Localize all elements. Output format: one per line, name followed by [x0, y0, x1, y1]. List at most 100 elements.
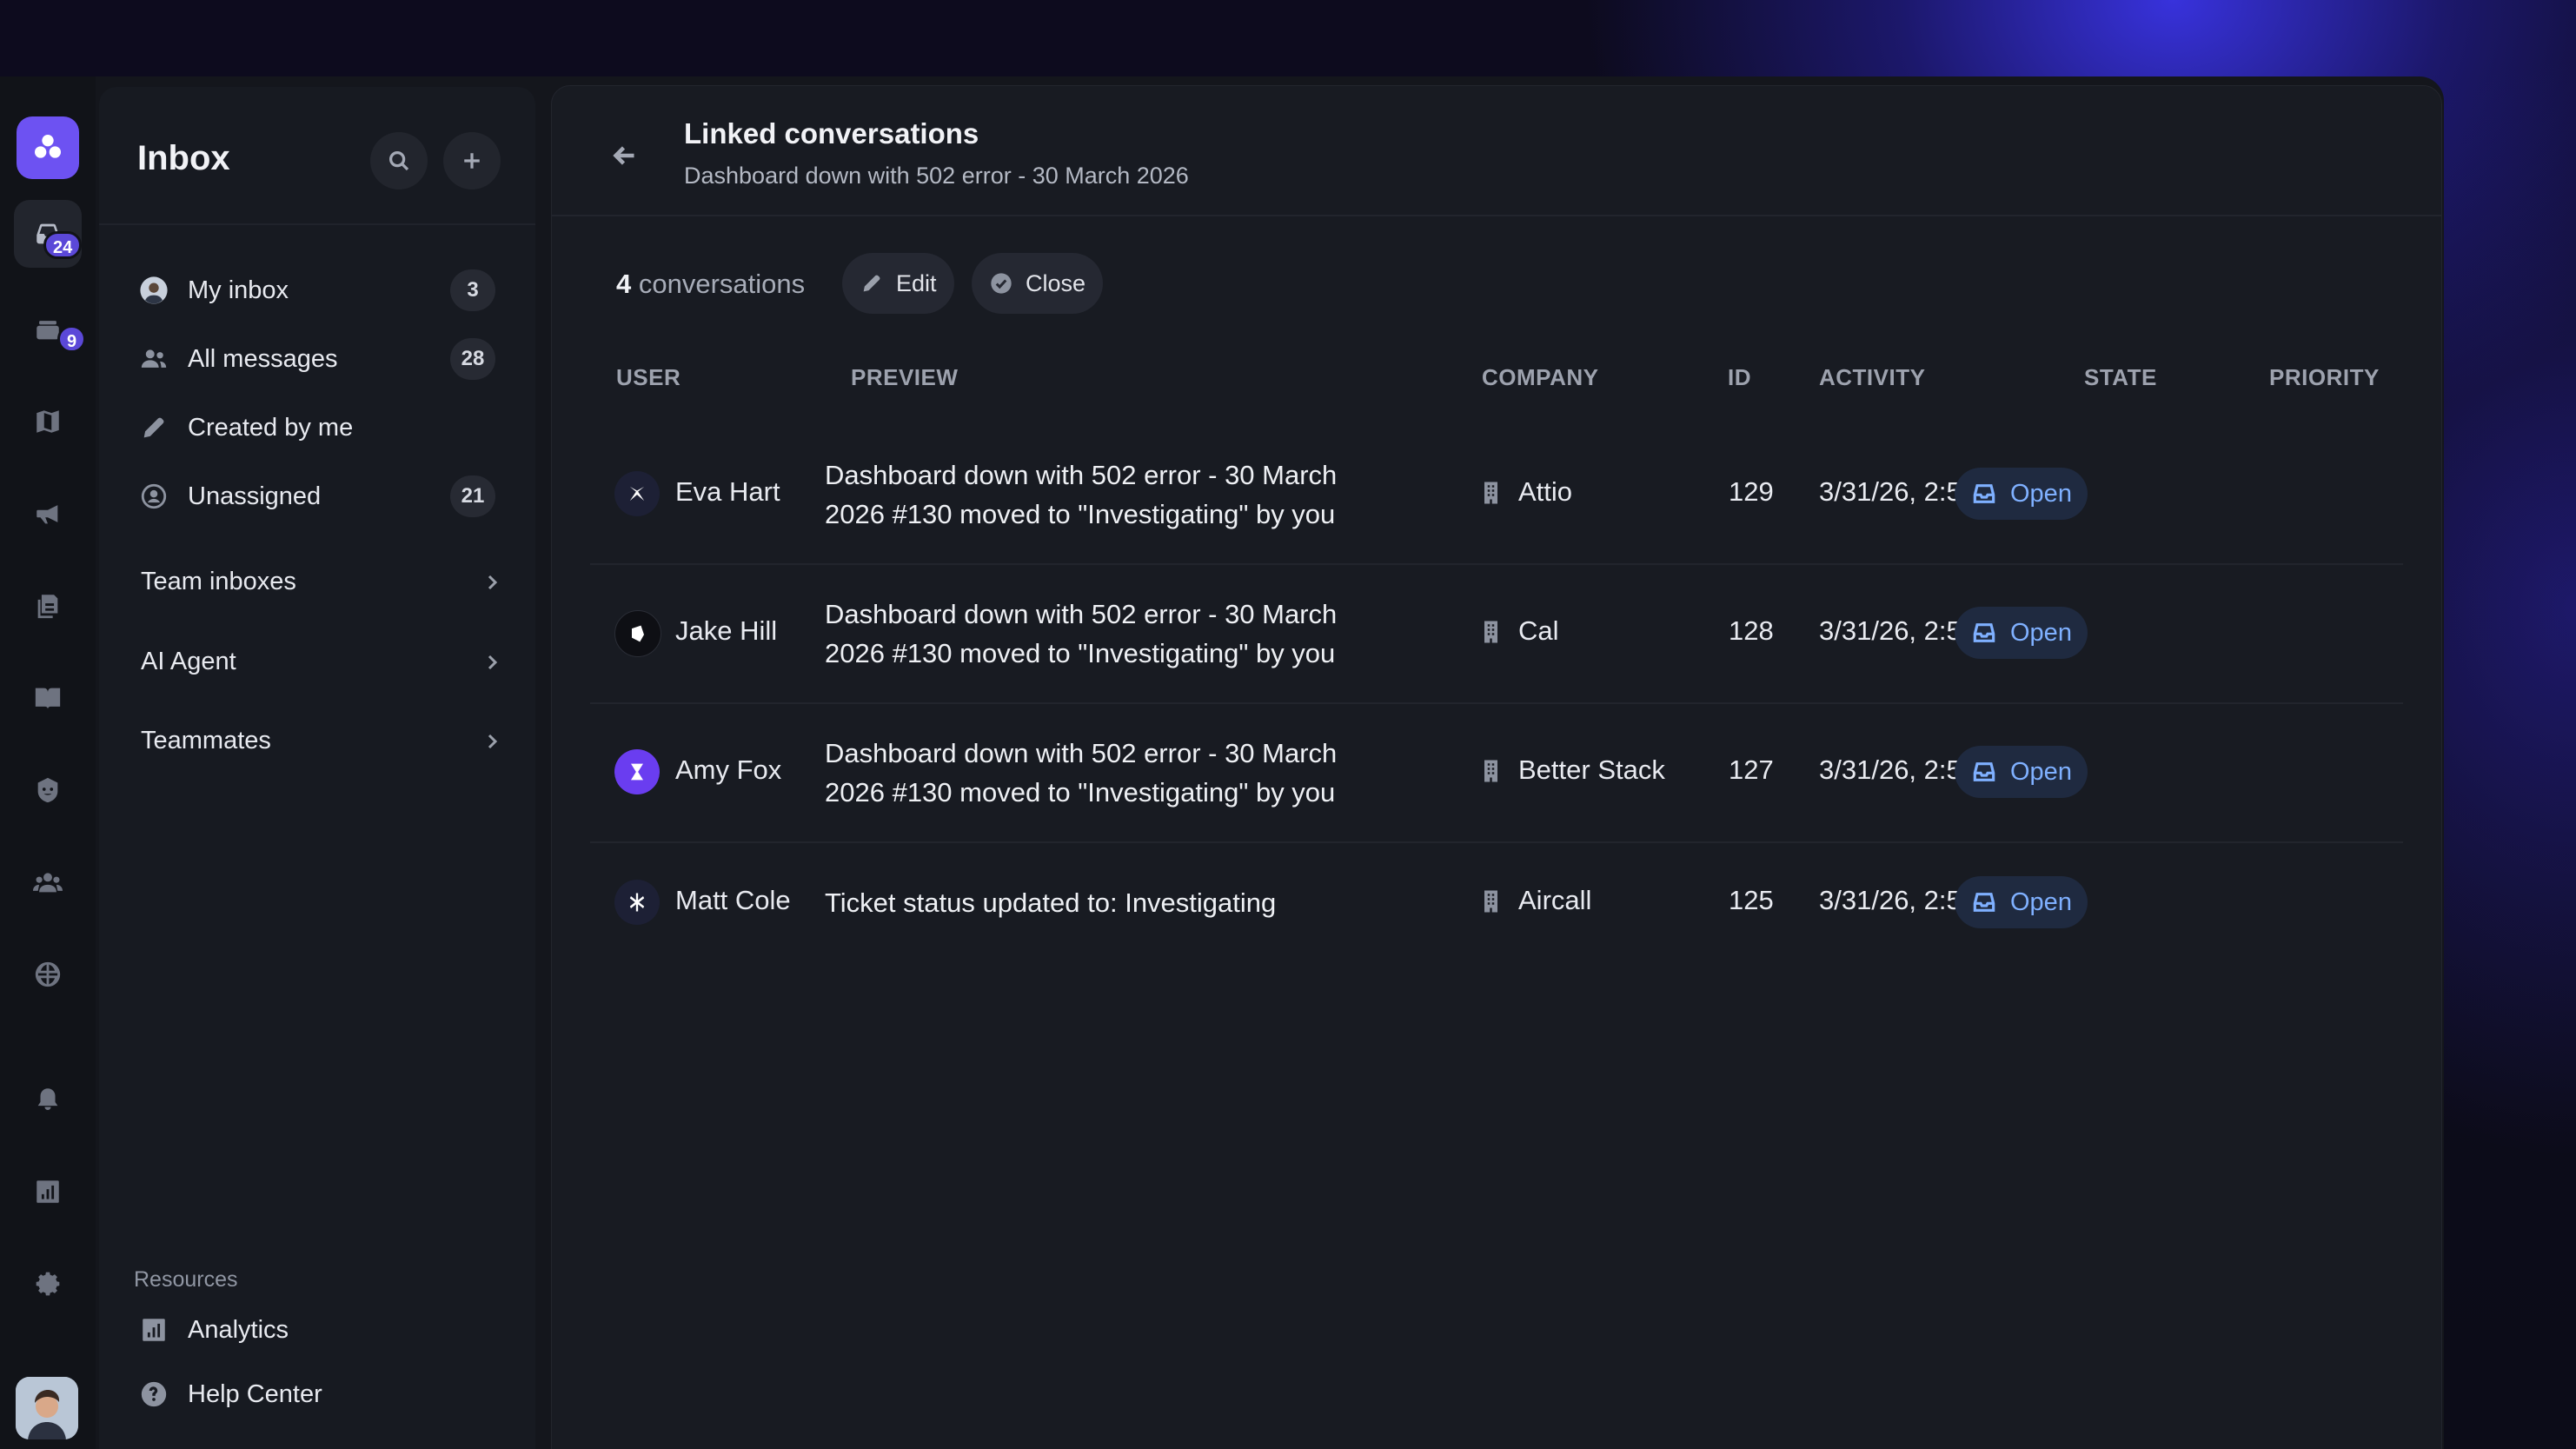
icon-rail: 24 9 [0, 76, 96, 1449]
conversation-id: 127 [1729, 754, 1774, 785]
back-button[interactable] [609, 140, 644, 175]
conversation-id: 129 [1729, 476, 1774, 507]
count-badge: 28 [450, 338, 495, 380]
tickets-count-badge: 9 [57, 325, 87, 353]
sidebar-group-team-inboxes[interactable]: Team inboxes [141, 555, 506, 608]
column-header-state[interactable]: STATE [2084, 364, 2157, 391]
articles-icon[interactable] [14, 572, 82, 640]
column-header-user[interactable]: USER [616, 364, 681, 391]
sidebar-item-analytics[interactable]: Analytics [137, 1304, 502, 1356]
conversation-id: 125 [1729, 885, 1774, 915]
sidebar-item-label: Help Center [188, 1379, 322, 1408]
table-row[interactable]: Amy Fox Dashboard down with 502 error - … [590, 702, 2403, 843]
building-icon [1482, 888, 1504, 914]
pencil-icon [137, 411, 170, 444]
conversation-count: 4 conversations [616, 269, 805, 300]
company-logo-icon [614, 610, 661, 657]
sidebar-group-ai-agent[interactable]: AI Agent [141, 635, 506, 688]
sidebar-divider [99, 223, 535, 225]
state-label: Open [2010, 479, 2072, 508]
bell-icon[interactable] [14, 1066, 82, 1133]
sidebar-item-help-center[interactable]: Help Center [137, 1368, 502, 1420]
megaphone-icon[interactable] [14, 480, 82, 548]
sidebar-item-created-by-me[interactable]: Created by me [137, 402, 502, 454]
building-icon [1482, 619, 1504, 645]
preview-line: Dashboard down with 502 error - 30 March [825, 738, 1338, 768]
preview-line: Dashboard down with 502 error - 30 March [825, 460, 1338, 490]
message-preview: Dashboard down with 502 error - 30 March… [825, 455, 1433, 534]
search-button[interactable] [370, 132, 428, 189]
count-label: conversations [631, 269, 806, 299]
edit-button[interactable]: Edit [842, 253, 954, 314]
company-logo-icon [614, 471, 660, 516]
preview-line: Ticket status updated to: Investigating [825, 887, 1277, 918]
column-header-activity[interactable]: ACTIVITY [1819, 364, 1925, 391]
message-preview: Dashboard down with 502 error - 30 March… [825, 595, 1433, 673]
reports-icon[interactable] [14, 1158, 82, 1226]
inbox-tray-icon [1973, 623, 1995, 642]
check-circle-icon [991, 273, 1012, 294]
globe-icon[interactable] [14, 941, 82, 1008]
count-number: 4 [616, 269, 632, 299]
sidebar-item-all-messages[interactable]: All messages 28 [137, 333, 502, 385]
sidebar-item-label: My inbox [188, 276, 289, 304]
column-header-preview[interactable]: PREVIEW [851, 364, 958, 391]
column-header-priority[interactable]: PRIORITY [2269, 364, 2380, 391]
sidebar-group-teammates[interactable]: Teammates [141, 715, 506, 767]
page-title: Linked conversations [684, 117, 979, 150]
building-icon [1482, 480, 1504, 506]
state-badge[interactable]: Open [1955, 876, 2088, 928]
group-label: Team inboxes [141, 567, 296, 595]
chevron-right-icon [481, 651, 502, 672]
user-avatar[interactable] [16, 1377, 78, 1439]
unassigned-icon [137, 480, 170, 513]
map-icon[interactable] [14, 388, 82, 455]
user-name: Matt Cole [675, 885, 791, 915]
user-name: Jake Hill [675, 615, 778, 646]
new-conversation-button[interactable] [443, 132, 501, 189]
edit-label: Edit [896, 269, 937, 296]
column-header-id[interactable]: ID [1728, 364, 1751, 391]
company-logo-icon [614, 880, 660, 925]
book-icon[interactable] [14, 664, 82, 732]
settings-icon[interactable] [14, 1250, 82, 1318]
logo-icon[interactable] [17, 116, 79, 179]
state-badge[interactable]: Open [1955, 746, 2088, 798]
company-name: Aircall [1518, 885, 1592, 915]
building-icon [1482, 758, 1504, 784]
table-row[interactable]: Matt Cole Ticket status updated to: Inve… [590, 841, 2403, 963]
sidebar-item-unassigned[interactable]: Unassigned 21 [137, 470, 502, 522]
state-label: Open [2010, 618, 2072, 647]
inbox-tray-icon [1973, 762, 1995, 781]
search-icon [389, 151, 409, 171]
column-header-company[interactable]: COMPANY [1482, 364, 1598, 391]
sidebar-item-label: Analytics [188, 1315, 289, 1344]
sidebar-item-my-inbox[interactable]: My inbox 3 [137, 264, 502, 316]
user-name: Amy Fox [675, 754, 782, 785]
message-preview: Dashboard down with 502 error - 30 March… [825, 734, 1433, 812]
contacts-icon[interactable] [14, 848, 82, 916]
table-row[interactable]: Eva Hart Dashboard down with 502 error -… [590, 424, 2403, 565]
company-name: Cal [1518, 615, 1559, 646]
people-icon [137, 342, 170, 376]
user-name: Eva Hart [675, 476, 780, 507]
bot-icon[interactable] [14, 756, 82, 824]
pencil-icon [863, 275, 880, 292]
arrow-left-icon [613, 146, 634, 165]
company-name: Attio [1518, 476, 1573, 507]
chevron-right-icon [481, 571, 502, 592]
sidebar-item-label: Created by me [188, 413, 354, 442]
state-badge[interactable]: Open [1955, 607, 2088, 659]
inbox-sidebar: Inbox My inbox 3 All messages 28 Created… [99, 87, 535, 1449]
close-button[interactable]: Close [972, 253, 1104, 314]
preview-line: 2026 #130 moved to "Investigating" by yo… [825, 638, 1336, 668]
linked-conversations-panel: Linked conversations Dashboard down with… [551, 85, 2442, 1449]
table-row[interactable]: Jake Hill Dashboard down with 502 error … [590, 563, 2403, 704]
resources-heading: Resources [134, 1267, 238, 1292]
preview-line: 2026 #130 moved to "Investigating" by yo… [825, 777, 1336, 808]
state-badge[interactable]: Open [1955, 468, 2088, 520]
company-logo-icon [614, 749, 660, 794]
preview-line: Dashboard down with 502 error - 30 March [825, 599, 1338, 629]
group-label: Teammates [141, 726, 271, 754]
chevron-right-icon [481, 730, 502, 751]
